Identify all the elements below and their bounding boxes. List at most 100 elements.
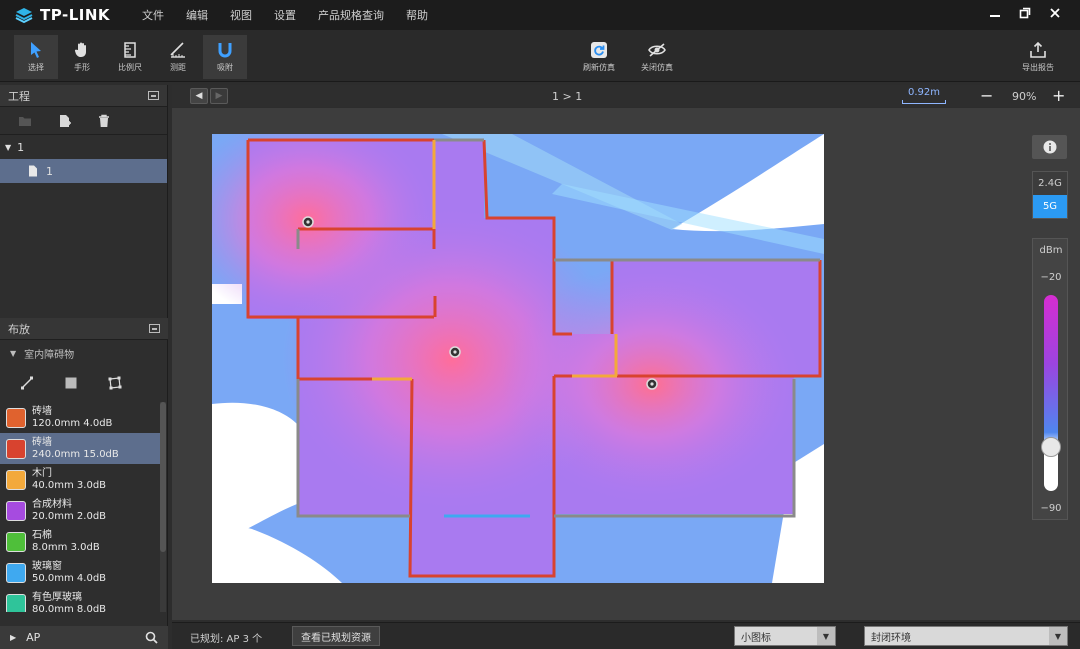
material-name: 砖墙 bbox=[32, 436, 52, 448]
material-swatch bbox=[6, 469, 26, 490]
menu-help[interactable]: 帮助 bbox=[406, 7, 428, 23]
refresh-simulation-button[interactable]: 刷新仿真 bbox=[576, 35, 622, 79]
folder-icon[interactable] bbox=[18, 115, 32, 127]
measure-tool-button[interactable]: 测距 bbox=[156, 35, 200, 79]
signal-heatmap[interactable] bbox=[212, 134, 824, 583]
access-point-marker[interactable] bbox=[646, 378, 658, 390]
select-tool-label: 选择 bbox=[28, 63, 44, 72]
signal-legend: dBm −20 −90 bbox=[1032, 238, 1068, 520]
expand-triangle-icon[interactable]: ▼ bbox=[5, 143, 11, 152]
material-item[interactable]: 木门 40.0mm 3.0dB bbox=[0, 464, 160, 495]
menu-file[interactable]: 文件 bbox=[142, 7, 164, 23]
collapse-panel-icon[interactable] bbox=[148, 91, 159, 100]
access-point-marker[interactable] bbox=[449, 346, 461, 358]
chevron-down-icon: ▼ bbox=[1049, 627, 1067, 645]
material-spec: 50.0mm 4.0dB bbox=[32, 572, 107, 584]
menu-view[interactable]: 视图 bbox=[230, 7, 252, 23]
chevron-down-icon: ▼ bbox=[817, 627, 835, 645]
material-item[interactable]: 合成材料 20.0mm 2.0dB bbox=[0, 495, 160, 526]
info-button[interactable] bbox=[1032, 135, 1067, 159]
line-draw-icon[interactable] bbox=[20, 376, 34, 390]
menu-product-spec[interactable]: 产品规格查询 bbox=[318, 7, 384, 23]
polygon-draw-icon[interactable] bbox=[108, 376, 122, 390]
legend-unit: dBm bbox=[1039, 245, 1063, 256]
menu-settings[interactable]: 设置 bbox=[274, 7, 296, 23]
view-planned-resources-button[interactable]: 查看已规划资源 bbox=[292, 626, 380, 646]
file-icon bbox=[29, 165, 37, 177]
category-triangle-icon[interactable]: ▼ bbox=[10, 349, 16, 358]
menu-edit[interactable]: 编辑 bbox=[186, 7, 208, 23]
floorplan-canvas[interactable] bbox=[172, 108, 1080, 620]
access-point-marker[interactable] bbox=[302, 216, 314, 228]
material-name: 木门 bbox=[32, 467, 52, 479]
material-item-selected[interactable]: 砖墙 240.0mm 15.0dB bbox=[0, 433, 160, 464]
restore-icon[interactable] bbox=[1010, 7, 1040, 23]
refresh-icon bbox=[591, 42, 607, 58]
new-file-icon[interactable] bbox=[58, 114, 72, 128]
export-report-button[interactable]: 导出报告 bbox=[1014, 35, 1062, 79]
environment-select[interactable]: 封闭环境 ▼ bbox=[864, 626, 1068, 646]
left-panel: 工程 ▼ 1 1 布放 ▼ 室内障碍物 砖墙 120.0mm 4.0dB 砖墙 24… bbox=[0, 85, 168, 649]
magnet-icon bbox=[218, 43, 232, 58]
legend-gradient-bar bbox=[1044, 295, 1058, 491]
material-name: 砖墙 bbox=[32, 405, 52, 417]
minimize-icon[interactable] bbox=[980, 7, 1010, 23]
material-swatch bbox=[6, 407, 26, 428]
material-item[interactable]: 有色厚玻璃 80.0mm 8.0dB bbox=[0, 588, 160, 612]
close-simulation-label: 关闭仿真 bbox=[641, 63, 673, 72]
icon-size-select[interactable]: 小图标 ▼ bbox=[734, 626, 836, 646]
title-bar: TP-LINK 文件 编辑 视图 设置 产品规格查询 帮助 bbox=[0, 0, 1080, 30]
app-logo: TP-LINK bbox=[14, 6, 134, 24]
next-floor-button[interactable]: ▶ bbox=[210, 88, 228, 104]
zoom-out-button[interactable]: − bbox=[980, 86, 993, 105]
band-5g-button[interactable]: 5G bbox=[1033, 195, 1067, 218]
zoom-level: 90% bbox=[1012, 90, 1037, 103]
draw-tools bbox=[0, 367, 168, 399]
toolbar: 选择 手形 比例尺 测距 吸附 刷新仿真 关闭仿真 导出报告 bbox=[0, 30, 1080, 82]
select-tool-button[interactable]: 选择 bbox=[14, 35, 58, 79]
search-icon[interactable] bbox=[145, 631, 158, 644]
material-name: 合成材料 bbox=[32, 498, 72, 510]
material-swatch bbox=[6, 593, 26, 612]
material-item[interactable]: 石棉 8.0mm 3.0dB bbox=[0, 526, 160, 557]
legend-min-value: −90 bbox=[1040, 503, 1062, 514]
close-simulation-button[interactable]: 关闭仿真 bbox=[634, 35, 680, 79]
tree-item-building[interactable]: ▼ 1 bbox=[0, 135, 167, 159]
collapse-layout-icon[interactable] bbox=[149, 324, 160, 333]
rect-draw-icon[interactable] bbox=[64, 376, 78, 390]
obstacle-category-label: 室内障碍物 bbox=[24, 349, 75, 361]
band-selector: 2.4G 5G bbox=[1032, 171, 1068, 219]
eye-off-icon bbox=[648, 43, 666, 57]
export-icon bbox=[1030, 41, 1046, 58]
material-item[interactable]: 玻璃窗 50.0mm 4.0dB bbox=[0, 557, 160, 588]
scrollbar-thumb[interactable] bbox=[160, 402, 166, 552]
tree-item-floor-label: 1 bbox=[46, 164, 53, 178]
refresh-simulation-label: 刷新仿真 bbox=[583, 63, 615, 72]
project-tools bbox=[0, 107, 167, 135]
material-scrollbar[interactable] bbox=[160, 402, 166, 612]
logo-text: TP-LINK bbox=[40, 6, 111, 24]
zoom-in-button[interactable]: + bbox=[1052, 86, 1065, 105]
ruler-tool-button[interactable]: 比例尺 bbox=[108, 35, 152, 79]
scale-bar bbox=[902, 100, 946, 104]
window-controls bbox=[980, 0, 1070, 30]
cursor-icon bbox=[31, 42, 41, 58]
hand-tool-label: 手形 bbox=[74, 63, 90, 72]
breadcrumb: 1 > 1 bbox=[552, 90, 583, 103]
tree-item-floor[interactable]: 1 bbox=[0, 159, 167, 183]
snap-tool-button[interactable]: 吸附 bbox=[203, 35, 247, 79]
obstacle-category[interactable]: ▼ 室内障碍物 bbox=[0, 342, 168, 364]
material-swatch bbox=[6, 438, 26, 459]
delete-icon[interactable] bbox=[98, 114, 110, 128]
material-item[interactable]: 砖墙 120.0mm 4.0dB bbox=[0, 402, 160, 433]
scale-label: 0.92m bbox=[907, 87, 940, 98]
threshold-slider-knob[interactable] bbox=[1041, 437, 1061, 457]
prev-floor-button[interactable]: ◀ bbox=[190, 88, 208, 104]
legend-max-value: −20 bbox=[1040, 272, 1062, 283]
close-icon[interactable] bbox=[1040, 7, 1070, 23]
band-2-4g-button[interactable]: 2.4G bbox=[1033, 172, 1067, 195]
hand-tool-button[interactable]: 手形 bbox=[60, 35, 104, 79]
ruler-tool-label: 比例尺 bbox=[118, 63, 142, 72]
ap-expand-icon[interactable]: ▶ bbox=[10, 633, 16, 642]
menu-bar: 文件 编辑 视图 设置 产品规格查询 帮助 bbox=[142, 7, 450, 23]
